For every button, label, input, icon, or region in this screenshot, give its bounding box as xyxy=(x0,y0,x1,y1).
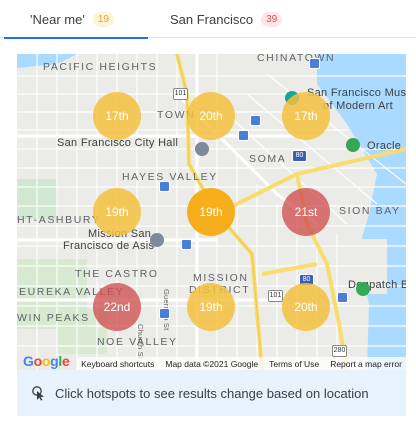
highway-shield: 101 xyxy=(268,290,283,302)
map-label-oracle: Oracle xyxy=(367,140,402,152)
map-label-hayes-valley: HAYES VALLEY xyxy=(122,171,218,183)
tab-san-francisco[interactable]: San Francisco 39 xyxy=(148,0,308,38)
keyboard-shortcuts-link[interactable]: Keyboard shortcuts xyxy=(81,359,154,369)
mission-pin-icon xyxy=(150,233,164,247)
attribution-bar: Keyboard shortcuts Map data ©2021 Google… xyxy=(77,357,406,370)
highway-shield: 101 xyxy=(173,88,188,100)
map-label-twin-peaks: WIN PEAKS xyxy=(17,312,90,324)
tab-near-me[interactable]: 'Near me' 19 xyxy=(0,0,148,39)
city-hall-pin-icon xyxy=(195,142,209,156)
transit-icon xyxy=(159,308,170,319)
tab-near-me-label: 'Near me' xyxy=(30,11,85,27)
hotspot-hint-bar: Click hotspots to see results change bas… xyxy=(17,370,406,416)
oracle-park-pin-icon xyxy=(346,138,360,152)
hotspot-19th-mission[interactable]: 19th xyxy=(187,188,235,236)
transit-icon xyxy=(309,58,320,69)
transit-icon xyxy=(337,292,348,303)
map-data-text: Map data ©2021 Google xyxy=(165,358,259,369)
dogpatch-pin-icon xyxy=(356,282,370,296)
tab-san-francisco-label: San Francisco xyxy=(170,11,254,27)
hotspot-20th-dogpatch[interactable]: 20th xyxy=(282,283,330,331)
map-label-church-st: Church St xyxy=(136,324,145,360)
hotspot-19th-mission-district[interactable]: 19th xyxy=(187,283,235,331)
transit-icon xyxy=(238,130,249,141)
hotspot-22nd-eureka[interactable]: 22nd xyxy=(93,283,141,331)
transit-icon xyxy=(159,181,170,192)
terms-of-use-link[interactable]: Terms of Use xyxy=(269,359,319,369)
tab-san-francisco-count-badge: 39 xyxy=(261,11,283,27)
map-label-haight-ashbury: HT-ASHBURY xyxy=(17,214,101,226)
transit-icon xyxy=(250,115,261,126)
map[interactable]: CHINATOWN PACIFIC HEIGHTS TOWN San Franc… xyxy=(17,54,406,370)
hotspot-17th-pacific[interactable]: 17th xyxy=(93,92,141,140)
map-label-museum-line2: of Modern Art xyxy=(323,100,393,112)
transit-icon xyxy=(181,239,192,250)
hotspot-21st-mission-bay[interactable]: 21st xyxy=(282,188,330,236)
map-label-chinatown: CHINATOWN xyxy=(257,54,336,64)
map-label-mission-san-francisco-line2: Francisco de Asis xyxy=(63,240,155,252)
hotspot-20th-downtown[interactable]: 20th xyxy=(187,92,235,140)
highway-shield: 80 xyxy=(292,150,307,162)
tab-bar: 'Near me' 19 San Francisco 39 xyxy=(0,0,416,39)
hotspot-17th-soma[interactable]: 17th xyxy=(282,92,330,140)
map-label-soma: SOMA xyxy=(249,153,287,165)
tab-near-me-count-badge: 19 xyxy=(92,11,114,27)
map-attribution: Google Keyboard shortcuts Map data ©2021… xyxy=(17,353,406,370)
map-label-mission-bay: SION BAY xyxy=(339,205,401,217)
map-label-pacific-heights: PACIFIC HEIGHTS xyxy=(43,61,158,73)
map-label-mission-district-line1: MISSION xyxy=(193,272,249,284)
hotspot-19th-haight[interactable]: 19th xyxy=(93,188,141,236)
map-label-the-castro: THE CASTRO xyxy=(75,268,159,280)
report-map-error-link[interactable]: Report a map error xyxy=(330,359,402,369)
google-logo: Google xyxy=(23,353,70,369)
tap-cursor-icon xyxy=(32,386,44,401)
hotspot-hint-text: Click hotspots to see results change bas… xyxy=(55,385,369,401)
